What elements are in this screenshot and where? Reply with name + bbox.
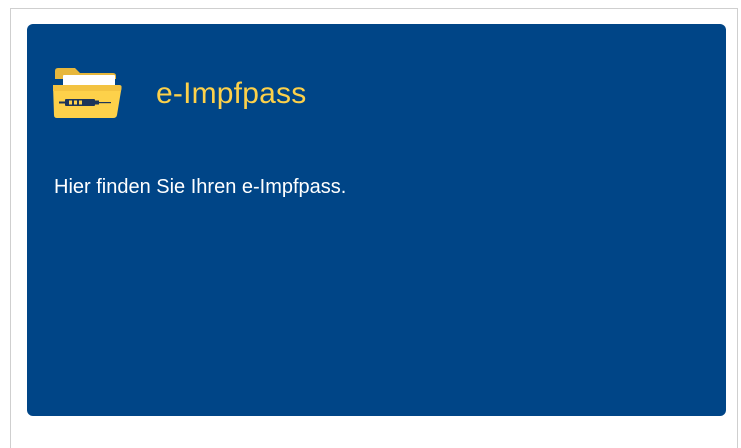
card-header: e-Impfpass [51,64,306,124]
card-description: Hier finden Sie Ihren e-Impfpass. [54,176,347,198]
folder-syringe-icon [53,68,122,118]
e-impfpass-card[interactable]: e-Impfpass Hier finden Sie Ihren e-Impfp… [27,24,726,416]
card-title: e-Impfpass [156,77,307,110]
